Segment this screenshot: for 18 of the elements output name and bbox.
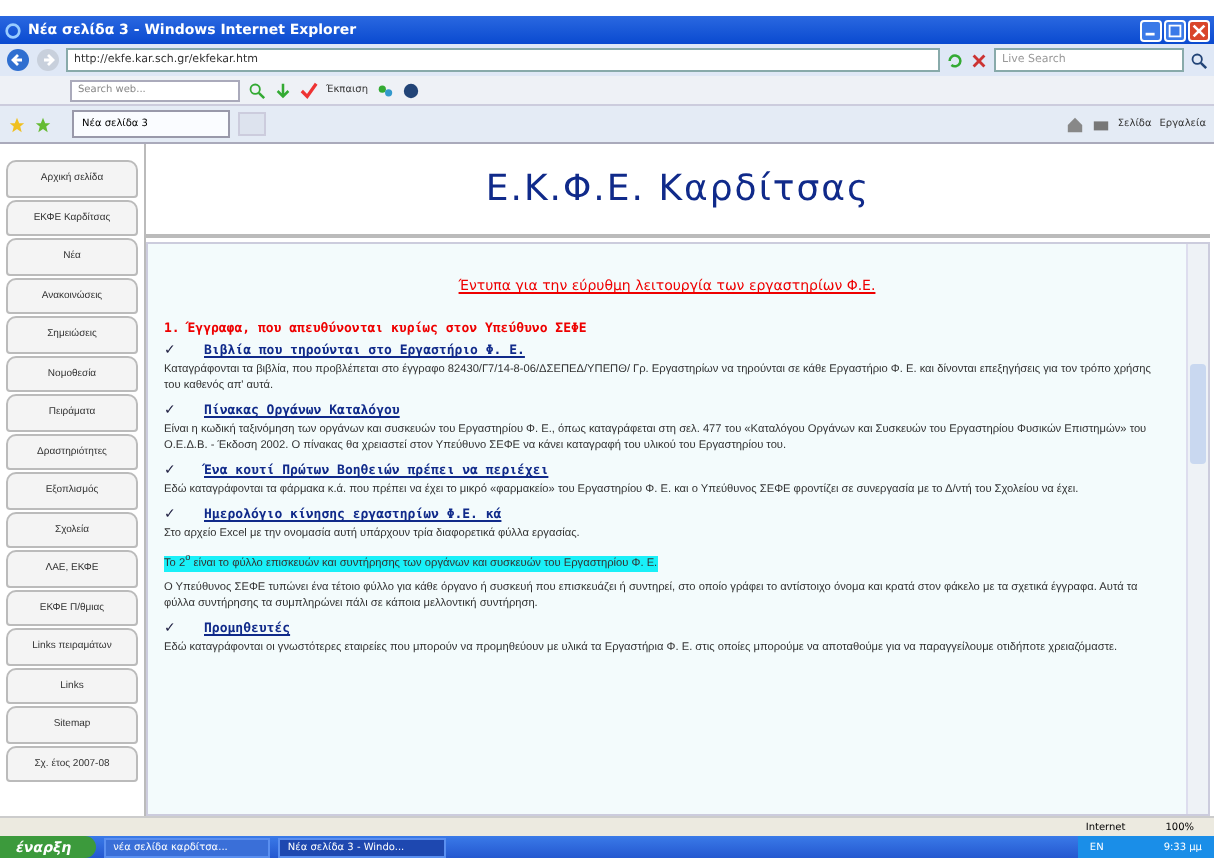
add-favorite-icon[interactable] — [34, 115, 52, 133]
home-icon[interactable] — [1065, 115, 1084, 133]
maximize-button[interactable] — [1164, 19, 1186, 41]
stop-icon[interactable] — [970, 51, 988, 69]
printer-icon[interactable] — [1091, 115, 1110, 133]
star-icon[interactable] — [8, 115, 26, 133]
close-icon — [1190, 21, 1208, 39]
page-heading: Ε.Κ.Φ.Ε. Καρδίτσας — [485, 168, 871, 210]
search-icon[interactable] — [1190, 51, 1208, 69]
minimize-button[interactable] — [1140, 19, 1162, 41]
download-icon[interactable] — [274, 81, 292, 99]
close-button[interactable] — [1188, 19, 1210, 41]
browser-logo-icon — [4, 21, 22, 39]
checkmark-icon[interactable] — [300, 81, 318, 99]
refresh-icon[interactable] — [946, 51, 964, 69]
back-button[interactable] — [6, 48, 30, 72]
scrollbar[interactable] — [1186, 244, 1208, 814]
maximize-icon — [1166, 21, 1184, 39]
